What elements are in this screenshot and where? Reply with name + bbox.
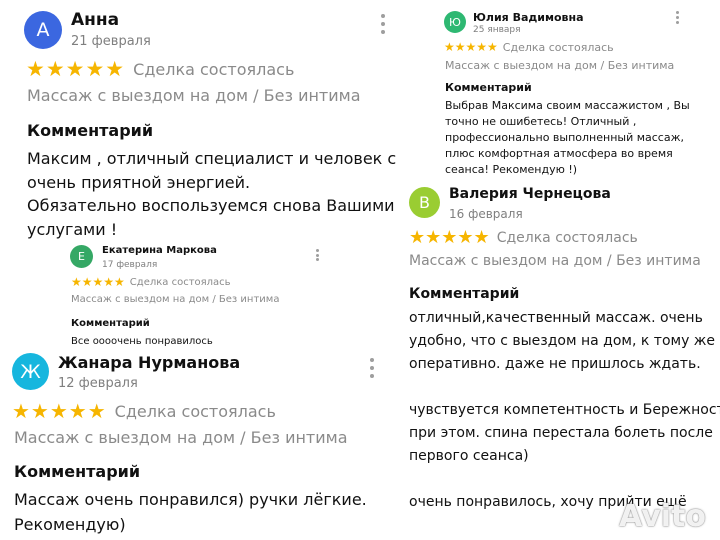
comment-text: Максим , отличный специалист и человек с…	[27, 147, 402, 241]
service-description: Массаж с выездом на дом / Без интима	[409, 253, 701, 269]
comment-line: Максим , отличный специалист и человек с	[27, 149, 397, 168]
comment-line: при этом. спина перестала болеть после	[409, 425, 713, 441]
review-card-yulia: Ю Юлия Вадимовна 25 января ★★★★★ Сделка …	[404, 0, 720, 184]
comment-line: Обязательно воспользуемся снова Вашими	[27, 196, 395, 215]
comment-line: Рекомендую)	[14, 515, 126, 534]
rating-row: ★★★★★ Сделка состоялась	[12, 399, 276, 423]
star-rating-icon: ★★★★★	[71, 275, 125, 289]
avatar-letter: Ж	[20, 360, 41, 383]
avatar-letter: В	[419, 193, 430, 212]
deal-status: Сделка состоялась	[496, 229, 638, 246]
star-rating-icon: ★★★★★	[409, 227, 490, 248]
comment-line: чувствуется компетентность и Бережность	[409, 402, 720, 418]
comment-line: сеанса! Рекомендую !)	[445, 163, 578, 176]
comment-line: оперативно. даже не пришлось ждать.	[409, 356, 701, 372]
avatar[interactable]: Ю	[444, 11, 466, 33]
avatar[interactable]: Е	[70, 245, 93, 268]
reviewer-name[interactable]: Валерия Чернецова	[449, 186, 611, 202]
star-rating-icon: ★★★★★	[26, 57, 126, 81]
comment-heading: Комментарий	[71, 318, 150, 329]
service-description: Массаж с выездом на дом / Без интима	[14, 428, 348, 447]
avatar-letter: А	[36, 19, 50, 41]
rating-row: ★★★★★ Сделка состоялась	[444, 40, 614, 54]
comment-line	[409, 376, 720, 399]
comment-line: отличный,качественный массаж. очень	[409, 310, 703, 326]
review-card-anna: А Анна 21 февраля ★★★★★ Сделка состоялас…	[0, 0, 402, 245]
review-date: 16 февраля	[449, 207, 523, 221]
comment-text: Выбрав Максима своим массажистом , Вы то…	[445, 98, 720, 178]
reviewer-name[interactable]: Жанара Нурманова	[58, 353, 240, 372]
comment-line: профессионально выполненный массаж,	[445, 131, 684, 144]
star-rating-icon: ★★★★★	[444, 40, 498, 54]
avatar-letter: Е	[78, 250, 85, 263]
comment-line: плюс комфортная атмосфера во время	[445, 147, 673, 160]
comment-heading: Комментарий	[409, 286, 520, 302]
deal-status: Сделка состоялась	[133, 59, 295, 79]
comment-line	[409, 468, 720, 491]
review-card-zhanara: Ж Жанара Нурманова 12 февраля ★★★★★ Сдел…	[0, 347, 400, 540]
avatar[interactable]: А	[24, 11, 62, 49]
more-options-icon[interactable]	[315, 249, 320, 261]
reviews-collage: А Анна 21 февраля ★★★★★ Сделка состоялас…	[0, 0, 720, 540]
rating-row: ★★★★★ Сделка состоялась	[409, 227, 638, 248]
review-date: 21 февраля	[71, 34, 151, 49]
review-card-valeria: В Валерия Чернецова 16 февраля ★★★★★ Сде…	[402, 180, 720, 540]
comment-heading: Комментарий	[27, 121, 154, 140]
comment-line: Выбрав Максима своим массажистом , Вы	[445, 99, 690, 112]
deal-status: Сделка состоялась	[502, 40, 614, 54]
service-description: Массаж с выездом на дом / Без интима	[445, 59, 675, 72]
more-options-icon[interactable]	[369, 358, 375, 378]
avito-watermark-logo: Avito	[619, 499, 706, 534]
comment-line: очень приятной энергией.	[27, 172, 251, 192]
more-options-icon[interactable]	[675, 11, 680, 24]
comment-line: Массаж очень понравился) ручки лёгкие.	[14, 490, 367, 509]
comment-line: удобно, что с выездом на дом, к тому же	[409, 333, 716, 349]
comment-line: точно не ошибетесь! Отличный ,	[445, 115, 637, 128]
review-date: 12 февраля	[58, 376, 138, 391]
rating-row: ★★★★★ Сделка состоялась	[26, 57, 294, 81]
service-description: Массаж с выездом на дом / Без интима	[71, 294, 280, 305]
comment-text: Массаж очень понравился) ручки лёгкие. Р…	[14, 487, 400, 537]
review-date: 25 января	[473, 25, 521, 35]
reviewer-name[interactable]: Анна	[71, 10, 119, 30]
service-description: Массаж с выездом на дом / Без интима	[27, 86, 361, 105]
reviewer-name[interactable]: Юлия Вадимовна	[473, 11, 584, 24]
rating-row: ★★★★★ Сделка состоялась	[71, 275, 231, 289]
review-card-ekaterina: Е Екатерина Маркова 17 февраля ★★★★★ Сде…	[60, 238, 340, 350]
comment-heading: Комментарий	[445, 81, 532, 94]
avatar-letter: Ю	[449, 15, 461, 29]
comment-text: отличный,качественный массаж. очень удоб…	[409, 307, 720, 514]
deal-status: Сделка состоялась	[114, 401, 276, 421]
deal-status: Сделка состоялась	[129, 276, 231, 288]
avatar[interactable]: Ж	[12, 353, 49, 390]
comment-line: первого сеанса)	[409, 448, 529, 464]
star-rating-icon: ★★★★★	[12, 399, 107, 423]
more-options-icon[interactable]	[380, 14, 386, 34]
reviewer-name[interactable]: Екатерина Маркова	[102, 245, 217, 256]
avatar[interactable]: В	[409, 187, 440, 218]
comment-heading: Комментарий	[14, 462, 141, 481]
review-date: 17 февраля	[102, 260, 158, 270]
